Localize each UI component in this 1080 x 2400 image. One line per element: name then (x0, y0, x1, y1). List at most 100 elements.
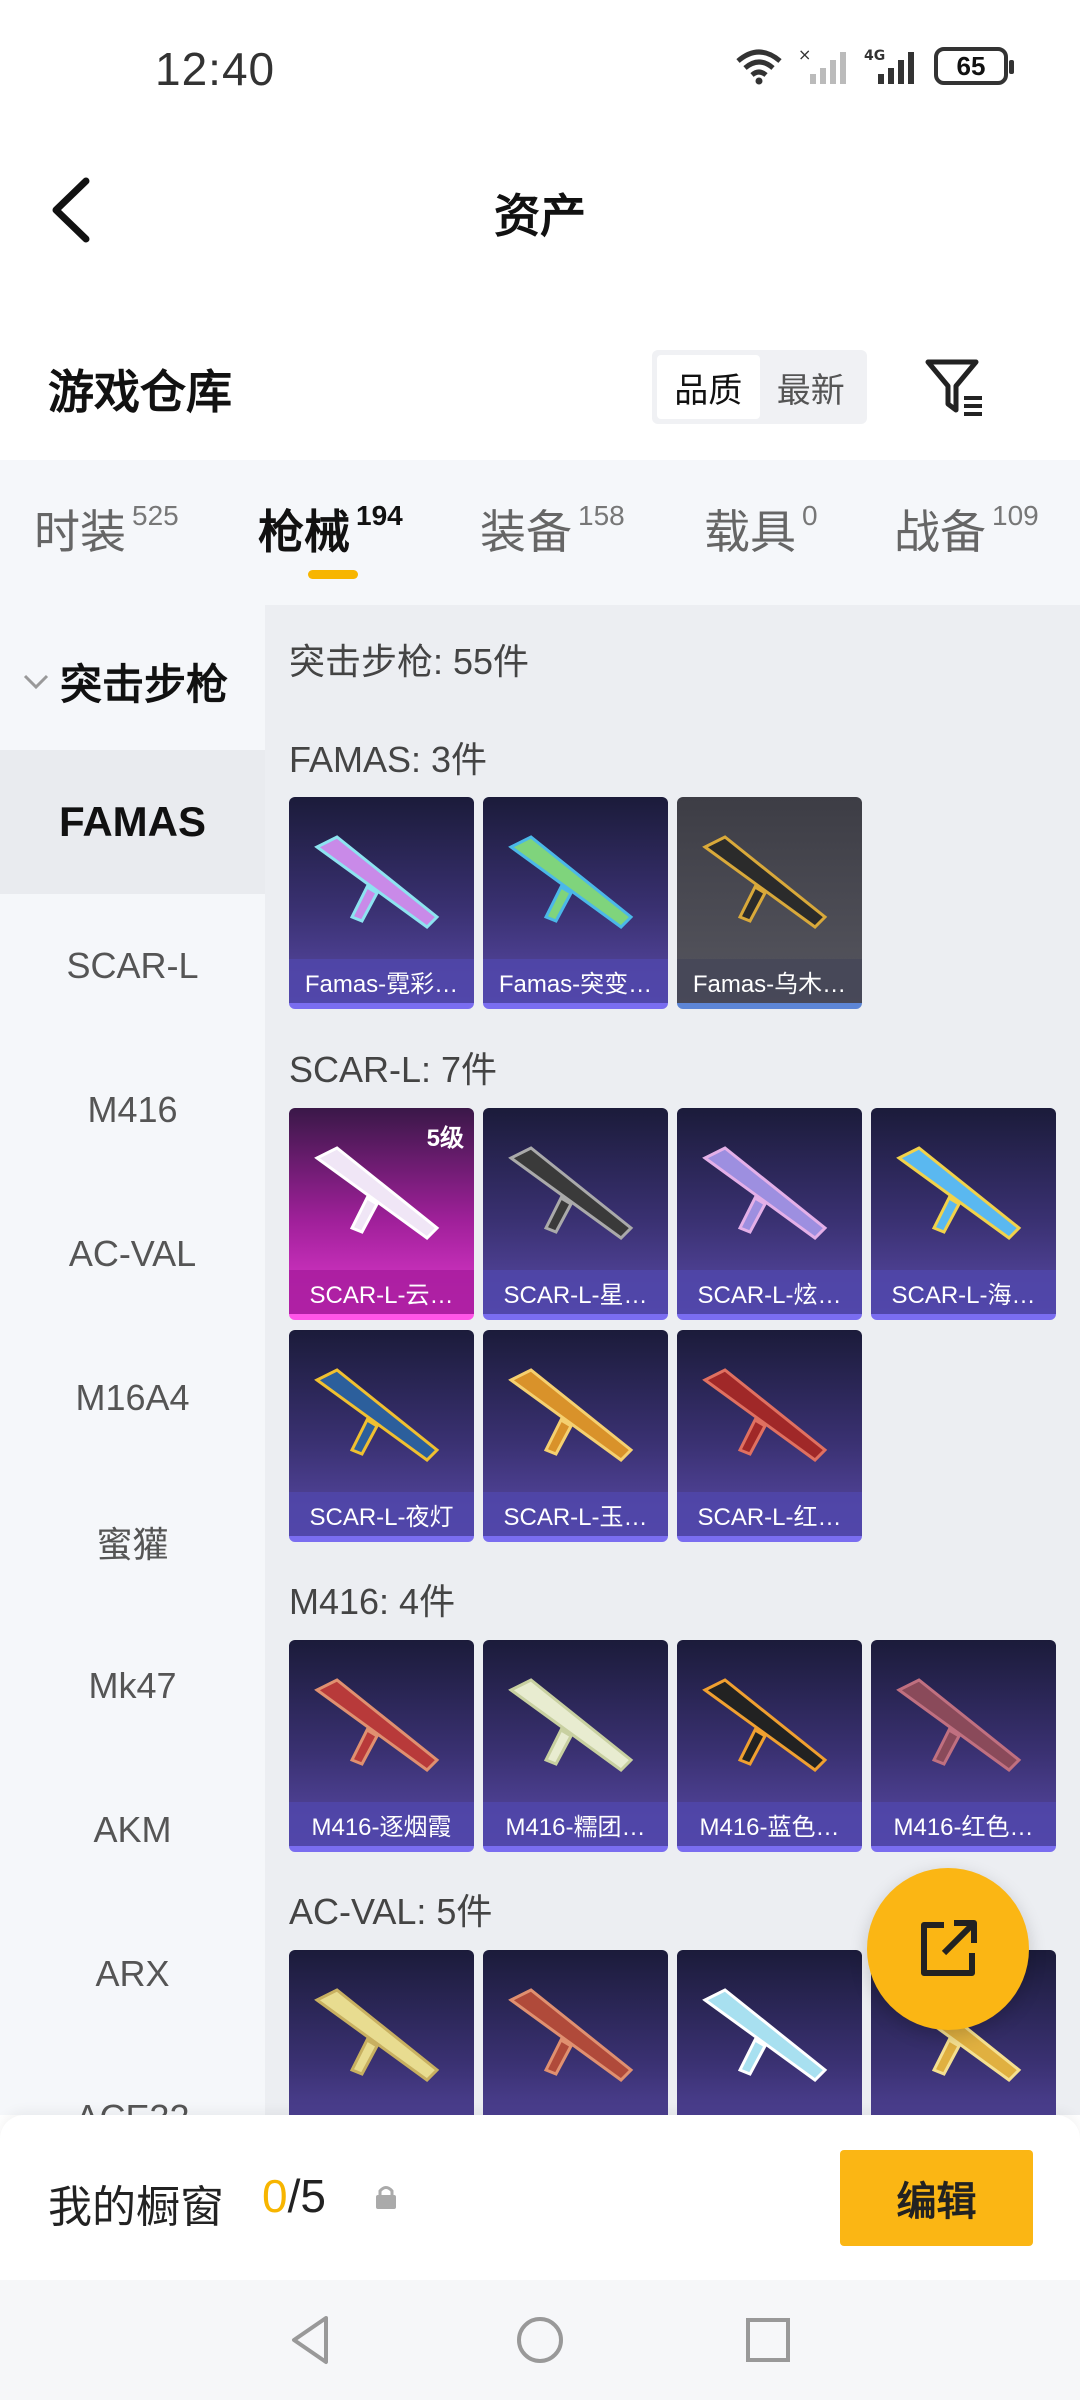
sidebar-item-ace32[interactable]: ACE32 (0, 2046, 265, 2115)
rifle-icon (896, 1678, 1022, 1772)
weapon-card[interactable]: M416-红色… (871, 1640, 1056, 1852)
tab-label: 载具 (704, 506, 796, 558)
weapon-card-label: SCAR-L-红… (677, 1492, 862, 1536)
weapon-card[interactable] (289, 1950, 474, 2115)
weapon-card-label: M416-糯团… (483, 1802, 668, 1846)
weapon-card[interactable]: M416-蓝色… (677, 1640, 862, 1852)
tab-vehicles[interactable]: 载具 0 (704, 496, 818, 562)
rifle-icon (508, 1678, 634, 1772)
sort-quality-option[interactable]: 品质 (657, 355, 760, 419)
nav-back-icon[interactable] (282, 2310, 342, 2370)
sidebar-item-m16a4[interactable]: M16A4 (0, 1326, 265, 1470)
rifle-icon (702, 1678, 828, 1772)
group-title-famas: FAMAS: 3件 (289, 739, 488, 780)
rifle-icon (702, 1988, 828, 2082)
system-nav-bar (0, 2280, 1080, 2400)
showcase-bar: 我的橱窗 0/5 编辑 (0, 2115, 1080, 2280)
battery-level: 65 (956, 50, 986, 81)
edit-button[interactable]: 编辑 (840, 2150, 1033, 2246)
weapon-card[interactable] (483, 1950, 668, 2115)
rifle-icon (508, 1146, 634, 1240)
battery-icon: 65 (934, 47, 1014, 85)
header: 资产 (0, 140, 1080, 280)
share-edit-fab[interactable] (867, 1868, 1029, 2030)
rifle-icon (896, 1146, 1022, 1240)
sidebar-category[interactable]: 突击步枪 (22, 651, 228, 712)
warehouse-title: 游戏仓库 (48, 366, 232, 418)
tab-count: 109 (992, 500, 1039, 531)
weapon-card[interactable]: M416-糯团… (483, 1640, 668, 1852)
tab-supplies[interactable]: 战备 109 (894, 496, 1039, 562)
weapon-card[interactable]: M416-逐烟霞 (289, 1640, 474, 1852)
weapon-card-label: SCAR-L-海… (871, 1270, 1056, 1314)
sidebar-item-mk47[interactable]: Mk47 (0, 1614, 265, 1758)
weapon-card-label: SCAR-L-夜灯 (289, 1492, 474, 1536)
category-summary: 突击步枪: 55件 (289, 641, 530, 682)
weapon-card-label: SCAR-L-玉… (483, 1492, 668, 1536)
weapon-card-label: SCAR-L-炫… (677, 1270, 862, 1314)
nav-recents-icon[interactable] (738, 2310, 798, 2370)
sidebar-item-honey-badger[interactable]: 蜜獾 (0, 1470, 265, 1614)
sort-toggle: 品质 最新 (652, 350, 867, 424)
lock-icon (376, 2186, 396, 2209)
rifle-icon (702, 835, 828, 929)
weapon-card[interactable]: SCAR-L-玉… (483, 1330, 668, 1542)
weapon-card[interactable]: SCAR-L-星… (483, 1108, 668, 1320)
tab-count: 525 (132, 500, 179, 531)
weapon-card-label: SCAR-L-星… (483, 1270, 668, 1314)
showcase-current: 0 (262, 2170, 288, 2222)
tab-firearms[interactable]: 枪械 194 (258, 496, 403, 562)
signal-off-icon: × (798, 46, 846, 84)
chevron-down-icon (23, 674, 49, 689)
sidebar-item-famas[interactable]: FAMAS (0, 750, 265, 894)
signal-4g-icon: 4G (864, 48, 914, 84)
rifle-icon (314, 835, 440, 929)
filter-button[interactable] (920, 352, 990, 422)
weapon-card[interactable]: SCAR-L-海… (871, 1108, 1056, 1320)
weapon-card[interactable]: SCAR-L-红… (677, 1330, 862, 1542)
filter-icon (925, 359, 982, 416)
weapon-card[interactable]: SCAR-L-夜灯 (289, 1330, 474, 1542)
status-time: 12:40 (155, 43, 276, 95)
weapon-level-badge: 5级 (426, 1125, 464, 1152)
tab-label: 时装 (34, 506, 126, 558)
sidebar-item-arx[interactable]: ARX (0, 1902, 265, 2046)
weapon-card[interactable]: Famas-乌木… (677, 797, 862, 1009)
weapon-card-label: M416-蓝色… (677, 1802, 862, 1846)
rifle-icon (508, 1988, 634, 2082)
svg-text:4G: 4G (864, 48, 885, 64)
showcase-label: 我的橱窗 (48, 2183, 224, 2232)
rifle-icon (702, 1368, 828, 1462)
weapon-card-label: Famas-突变… (483, 959, 668, 1003)
rifle-icon (702, 1146, 828, 1240)
tab-count: 0 (802, 500, 818, 531)
sidebar-category-label: 突击步枪 (60, 661, 229, 708)
sidebar-item-ac-val[interactable]: AC-VAL (0, 1182, 265, 1326)
weapon-card[interactable]: SCAR-L-炫… (677, 1108, 862, 1320)
group-title-scar-l: SCAR-L: 7件 (289, 1049, 498, 1090)
status-icons: × 4G 65 (734, 46, 1014, 86)
tab-count: 158 (578, 500, 625, 531)
rifle-icon (314, 1988, 440, 2082)
tab-active-indicator (308, 570, 358, 579)
weapon-card[interactable]: 5级 SCAR-L-云… (289, 1108, 474, 1320)
tab-label: 枪械 (258, 506, 350, 558)
sort-latest-option[interactable]: 最新 (760, 355, 863, 419)
tab-equipment[interactable]: 装备 158 (480, 496, 625, 562)
weapon-card-label: Famas-乌木… (677, 959, 862, 1003)
nav-home-icon[interactable] (510, 2310, 570, 2370)
rifle-icon (314, 1368, 440, 1462)
sidebar-item-scar-l[interactable]: SCAR-L (0, 894, 265, 1038)
svg-text:×: × (798, 46, 811, 64)
sidebar-item-m416[interactable]: M416 (0, 1038, 265, 1182)
weapon-card[interactable] (677, 1950, 862, 2115)
tab-label: 装备 (480, 506, 572, 558)
page-title: 资产 (494, 190, 586, 242)
showcase-count: 0/5 (262, 2169, 326, 2223)
sidebar-item-akm[interactable]: AKM (0, 1758, 265, 1902)
weapon-card[interactable]: Famas-霓彩… (289, 797, 474, 1009)
wifi-icon (736, 49, 782, 85)
rifle-icon (508, 1368, 634, 1462)
weapon-card[interactable]: Famas-突变… (483, 797, 668, 1009)
tab-fashion[interactable]: 时装 525 (34, 496, 179, 562)
